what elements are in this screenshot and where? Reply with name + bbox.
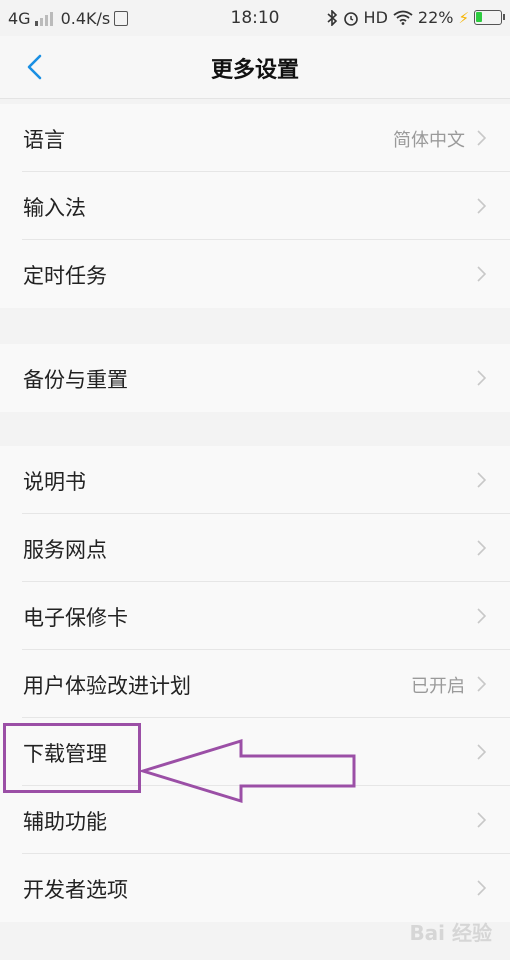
- alarm-icon: [343, 11, 358, 26]
- status-right: HD 22% ⚡: [326, 8, 505, 27]
- item-label: 用户体验改进计划: [23, 674, 191, 698]
- chevron-right-icon: [477, 676, 486, 692]
- settings-group-1: 语言 简体中文 输入法 定时任务: [0, 104, 510, 308]
- status-bar: 4G 0.4K/s 18:10 HD 22% ⚡: [0, 0, 510, 36]
- chevron-right-icon: [477, 472, 486, 488]
- settings-item-language[interactable]: 语言 简体中文: [0, 104, 510, 172]
- settings-item-service-points[interactable]: 服务网点: [0, 514, 510, 582]
- item-value: 简体中文: [393, 130, 465, 151]
- item-value: 已开启: [411, 676, 465, 697]
- chevron-right-icon: [477, 880, 486, 896]
- chevron-right-icon: [477, 370, 486, 386]
- battery-percent: 22%: [417, 8, 454, 27]
- settings-item-scheduled-tasks[interactable]: 定时任务: [0, 240, 510, 308]
- page-title: 更多设置: [210, 58, 299, 83]
- chevron-right-icon: [477, 198, 486, 214]
- settings-group-3: 说明书 服务网点 电子保修卡 用户体验改进计划 已开启 下载管理 辅助功能 开发…: [0, 446, 510, 922]
- title-bar: 更多设置: [0, 36, 510, 99]
- chevron-right-icon: [477, 744, 486, 760]
- settings-item-backup-reset[interactable]: 备份与重置: [0, 344, 510, 412]
- item-label: 定时任务: [23, 264, 107, 288]
- settings-item-developer-options[interactable]: 开发者选项: [0, 854, 510, 922]
- settings-group-2: 备份与重置: [0, 344, 510, 412]
- item-label: 说明书: [23, 470, 86, 494]
- item-label: 输入法: [23, 196, 86, 220]
- settings-item-manual[interactable]: 说明书: [0, 446, 510, 514]
- charging-icon: ⚡: [458, 8, 469, 27]
- chevron-right-icon: [477, 608, 486, 624]
- item-label: 电子保修卡: [23, 606, 128, 630]
- settings-item-ux-improvement[interactable]: 用户体验改进计划 已开启: [0, 650, 510, 718]
- annotation-highlight-box: [3, 723, 141, 793]
- item-label: 语言: [23, 128, 65, 152]
- item-label: 辅助功能: [23, 810, 107, 834]
- battery-icon: [474, 10, 505, 25]
- item-label: 服务网点: [23, 538, 107, 562]
- wifi-icon: [393, 10, 413, 25]
- item-label: 开发者选项: [23, 878, 128, 902]
- annotation-arrow-icon: [140, 738, 356, 804]
- item-label: 备份与重置: [23, 368, 128, 392]
- settings-item-warranty-card[interactable]: 电子保修卡: [0, 582, 510, 650]
- settings-item-input-method[interactable]: 输入法: [0, 172, 510, 240]
- bluetooth-icon: [327, 9, 337, 26]
- watermark-logo: Bai 经验: [409, 921, 492, 945]
- chevron-right-icon: [477, 812, 486, 828]
- chevron-right-icon: [477, 266, 486, 282]
- chevron-right-icon: [477, 540, 486, 556]
- chevron-right-icon: [477, 130, 486, 146]
- hd-indicator: HD: [363, 8, 388, 27]
